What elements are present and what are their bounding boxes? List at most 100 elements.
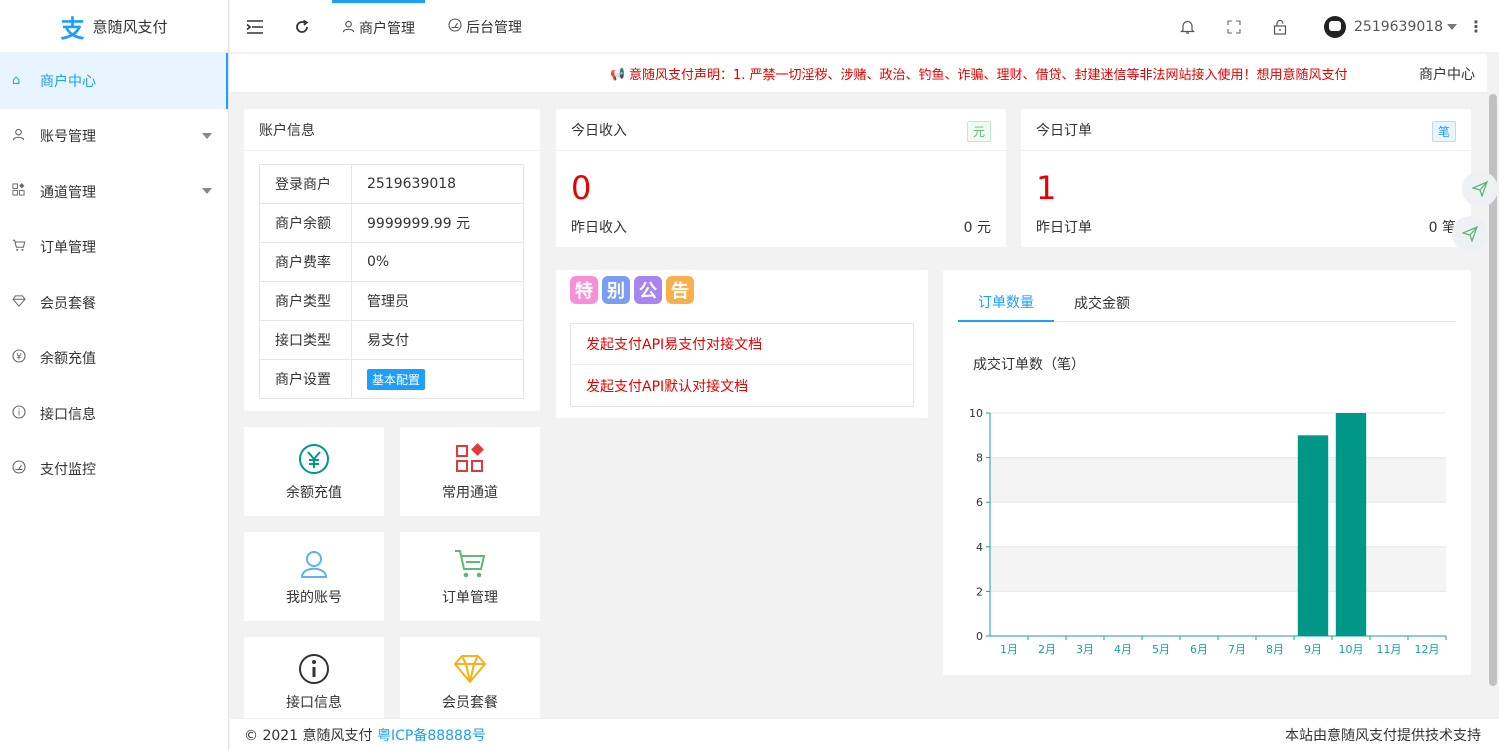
x-tick-label: 3月 xyxy=(1076,643,1094,656)
sidebar-item-label: 账号管理 xyxy=(40,129,96,146)
more-vertical-icon: ⋮ xyxy=(1468,17,1484,36)
tab-admin[interactable]: 后台管理 xyxy=(438,0,532,53)
row-key: 商户类型 xyxy=(259,281,352,321)
y-tick-label: 6 xyxy=(976,496,983,509)
row-value: 基本配置 xyxy=(351,359,524,399)
sidebar-item-label: 接口信息 xyxy=(40,406,96,423)
row-key: 商户设置 xyxy=(259,359,352,399)
diamond-icon xyxy=(12,295,40,311)
sidebar-item-account[interactable]: 账号管理 xyxy=(0,109,228,165)
sidebar-item-label: 订单管理 xyxy=(40,240,96,257)
quick-account-tile[interactable]: 我的账号 xyxy=(244,532,384,621)
gauge-icon xyxy=(448,17,462,36)
logo[interactable]: 支 意随风支付 xyxy=(0,0,228,53)
indent-icon xyxy=(246,19,263,34)
row-value: 2519639018 xyxy=(351,164,524,204)
logo-icon: 支 xyxy=(60,13,85,43)
yesterday-label: 昨日订单 xyxy=(1036,220,1092,236)
user-icon xyxy=(342,20,355,37)
gauge-icon xyxy=(12,460,40,478)
x-tick-label: 7月 xyxy=(1228,643,1246,656)
notice-bar: 📢 意随风支付声明：1. 严禁一切淫秽、涉赌、政治、钓鱼、诈骗、理财、借贷、封建… xyxy=(230,54,1487,93)
breadcrumb: 商户中心 xyxy=(1419,66,1475,83)
apps-icon xyxy=(454,442,486,476)
refresh-button[interactable] xyxy=(294,0,310,53)
sidebar-item-merchant-center[interactable]: ⌂ 商户中心 xyxy=(0,53,228,109)
doc-link-epay[interactable]: 发起支付API易支付对接文档 xyxy=(571,324,913,365)
card-title: 今日订单 xyxy=(1021,109,1471,151)
sidebar-item-orders[interactable]: 订单管理 xyxy=(0,220,228,276)
announce-char: 公 xyxy=(634,276,662,304)
fullscreen-icon xyxy=(1227,19,1241,34)
username: 2519639018 xyxy=(1354,18,1444,35)
notice-text: 意随风支付声明：1. 严禁一切淫秽、涉赌、政治、钓鱼、诈骗、理财、借贷、封建迷信… xyxy=(628,68,1348,83)
quick-membership-tile[interactable]: 会员套餐 xyxy=(400,637,540,726)
quick-orders-tile[interactable]: 订单管理 xyxy=(400,532,540,621)
quick-channel-tile[interactable]: 常用通道 xyxy=(400,427,540,516)
chevron-down-icon xyxy=(202,132,212,139)
refresh-icon xyxy=(296,19,309,33)
bar-9月 xyxy=(1297,435,1329,636)
x-tick-label: 12月 xyxy=(1415,643,1440,656)
avatar xyxy=(1324,15,1346,38)
table-row: 接口类型 易支付 xyxy=(259,320,524,360)
quick-api-info-tile[interactable]: 接口信息 xyxy=(244,637,384,726)
table-row: 商户费率 0% xyxy=(259,242,524,282)
table-row: 商户类型 管理员 xyxy=(259,281,524,321)
tile-label: 常用通道 xyxy=(442,484,498,501)
row-key: 商户余额 xyxy=(259,203,352,243)
yesterday-row: 昨日订单 0 笔 xyxy=(1036,217,1456,237)
send-icon xyxy=(1462,226,1478,242)
tab-merchant[interactable]: 商户管理 xyxy=(332,0,425,53)
brand-name: 意随风支付 xyxy=(92,17,168,36)
svg-text:i: i xyxy=(18,408,21,418)
y-tick-label: 2 xyxy=(976,585,983,598)
unit-badge: 元 xyxy=(966,121,991,142)
diamond-icon xyxy=(453,652,487,686)
icp-link[interactable]: 粤ICP备88888号 xyxy=(377,728,486,744)
y-tick-label: 10 xyxy=(969,407,983,420)
sidebar-item-api-info[interactable]: i 接口信息 xyxy=(0,386,228,442)
more-button[interactable]: ⋮ xyxy=(1468,0,1484,53)
doc-link-default[interactable]: 发起支付API默认对接文档 xyxy=(571,365,913,406)
x-tick-label: 11月 xyxy=(1377,643,1402,656)
lock-icon xyxy=(1273,19,1287,35)
sidebar-item-channel[interactable]: 通道管理 xyxy=(0,164,228,220)
lock-button[interactable] xyxy=(1273,0,1287,53)
unit-badge: 笔 xyxy=(1431,121,1456,142)
chart-card: 订单数量 成交金额 成交订单数（笔） 0 2 4 6 8 10 1月 2月 3月 4月 5月 6月 7月… xyxy=(943,270,1471,675)
basic-config-button[interactable]: 基本配置 xyxy=(367,368,426,390)
side-menu: ⌂ 商户中心 账号管理 通道管理 订单管理 会员套餐 ¥ 余额充值 i 接口信息… xyxy=(0,53,228,497)
bell-icon xyxy=(1180,20,1195,34)
user-menu[interactable]: 2519639018 xyxy=(1324,0,1458,53)
announce-char: 告 xyxy=(666,276,694,304)
tab-label: 商户管理 xyxy=(359,21,415,37)
today-orders-card: 今日订单 笔 1 昨日订单 0 笔 xyxy=(1021,109,1471,247)
sidebar-item-recharge[interactable]: ¥ 余额充值 xyxy=(0,331,228,387)
quick-recharge-tile[interactable]: 余额充值 xyxy=(244,427,384,516)
sidebar-item-membership[interactable]: 会员套餐 xyxy=(0,275,228,331)
announcement-title: 特 别 公 告 xyxy=(570,276,694,304)
send-float-button[interactable] xyxy=(1462,171,1498,207)
sidebar-item-monitor[interactable]: 支付监控 xyxy=(0,442,228,498)
tile-label: 订单管理 xyxy=(442,589,498,606)
info-circle-icon xyxy=(298,652,330,686)
chevron-down-icon xyxy=(1447,23,1458,30)
tile-label: 接口信息 xyxy=(286,694,342,711)
grid-band xyxy=(990,546,1446,592)
bar-10月 xyxy=(1335,413,1367,636)
notification-button[interactable] xyxy=(1180,0,1195,53)
row-value: 9999999.99 元 xyxy=(351,203,524,243)
tile-label: 会员套餐 xyxy=(442,694,498,711)
today-income-value: 0 xyxy=(571,169,592,207)
row-value: 管理员 xyxy=(351,281,524,321)
grid-band xyxy=(990,457,1446,503)
row-key: 接口类型 xyxy=(259,320,352,360)
fullscreen-button[interactable] xyxy=(1227,0,1241,53)
y-tick-label: 4 xyxy=(976,541,983,554)
x-tick-label: 6月 xyxy=(1190,643,1208,656)
card-title: 账户信息 xyxy=(244,109,540,151)
menu-toggle-button[interactable] xyxy=(246,0,264,53)
send-float-button-2[interactable] xyxy=(1452,216,1488,252)
today-orders-value: 1 xyxy=(1036,169,1057,207)
